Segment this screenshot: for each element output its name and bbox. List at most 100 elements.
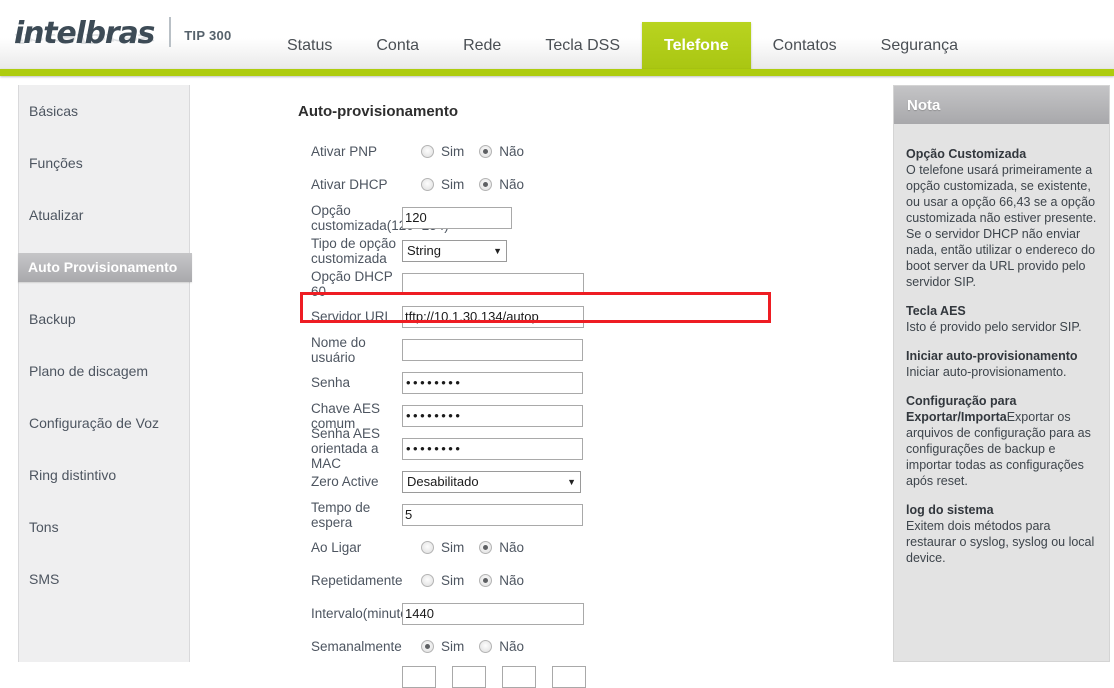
note-block-heading: log do sistema	[906, 503, 994, 517]
input-nome-usuario[interactable]	[402, 338, 583, 361]
note-block-heading: Tecla AES	[906, 304, 966, 318]
schedule-time-fields	[190, 663, 890, 688]
sidebar-item-funções[interactable]: Funções	[19, 149, 189, 178]
label-opcao-customizada: Opção customizada(120~254)	[311, 202, 449, 233]
nav-item-segurança[interactable]: Segurança	[859, 22, 980, 70]
note-block-heading: Configuração para Exportar/Importa	[906, 394, 1017, 424]
label-ativar-dhcp: Ativar DHCP	[311, 177, 388, 192]
radio-label-nao: Não	[499, 573, 525, 588]
radio-repetidamente-sim[interactable]	[421, 574, 434, 587]
note-block-heading: Iniciar auto-provisionamento	[906, 349, 1078, 363]
sidebar-item-plano-de-discagem[interactable]: Plano de discagem	[19, 357, 189, 386]
nav-item-status[interactable]: Status	[265, 22, 354, 70]
radio-group-repetidamente: Sim Não	[402, 573, 539, 588]
select-tipo-opcao[interactable]: String ▼	[402, 239, 507, 262]
radio-semanalmente-sim[interactable]	[421, 640, 434, 653]
input-senha-aes-mac[interactable]: ••••••••	[402, 437, 583, 460]
select-zero-active-value: Desabilitado	[407, 474, 479, 489]
row-intervalo: Intervalo(minutos) 1440	[190, 597, 890, 630]
note-block-text: Iniciar auto-provisionamento.	[906, 365, 1067, 379]
sidebar-item-sms[interactable]: SMS	[19, 565, 189, 594]
page-title: Auto-provisionamento	[298, 103, 458, 120]
input-senha[interactable]: ••••••••	[402, 371, 583, 394]
row-tempo-espera: Tempo de espera 5	[190, 498, 890, 531]
label-tipo-opcao: Tipo de opção customizada	[311, 235, 397, 266]
note-panel-title: Nota	[894, 86, 1109, 124]
input-intervalo[interactable]: 1440	[402, 602, 584, 625]
chevron-down-icon: ▼	[567, 476, 576, 487]
logo-divider	[169, 17, 172, 47]
note-panel-body: Opção Customizada O telefone usará primei…	[894, 124, 1109, 566]
sidebar-item-configuração-de-voz[interactable]: Configuração de Voz	[19, 409, 189, 438]
schedule-field-2[interactable]	[452, 666, 486, 688]
row-opcao-dhcp-60: Opção DHCP 60	[190, 267, 890, 300]
label-tempo-espera: Tempo de espera	[311, 499, 371, 530]
radio-label-nao: Não	[499, 540, 525, 555]
radio-ao-ligar-sim[interactable]	[421, 541, 434, 554]
row-opcao-customizada: Opção customizada(120~254) 120	[190, 201, 890, 234]
row-nome-usuario: Nome do usuário	[190, 333, 890, 366]
select-tipo-opcao-value: String	[407, 243, 441, 258]
input-chave-aes[interactable]: ••••••••	[402, 404, 583, 427]
radio-label-sim: Sim	[441, 573, 465, 588]
label-intervalo: Intervalo(minutos)	[311, 606, 420, 621]
schedule-field-1[interactable]	[402, 666, 436, 688]
radio-ao-ligar-nao[interactable]	[479, 541, 493, 554]
radio-group-semanalmente: Sim Não	[402, 639, 539, 654]
label-zero-active: Zero Active	[311, 474, 379, 489]
radio-ativar-pnp-nao[interactable]	[479, 145, 493, 158]
row-ativar-pnp: Ativar PNP Sim Não	[190, 135, 890, 168]
input-opcao-customizada[interactable]: 120	[402, 206, 512, 229]
note-block: Opção Customizada O telefone usará primei…	[906, 146, 1097, 290]
select-zero-active[interactable]: Desabilitado ▼	[402, 470, 581, 493]
schedule-field-3[interactable]	[502, 666, 536, 688]
radio-repetidamente-nao[interactable]	[479, 574, 493, 587]
radio-ativar-pnp-sim[interactable]	[421, 145, 434, 158]
logo-wordmark: intelbras	[14, 16, 155, 51]
radio-semanalmente-nao[interactable]	[479, 640, 493, 653]
sidebar-item-auto-provisionamento[interactable]: Auto Provisionamento	[18, 253, 192, 282]
row-servidor-url: Servidor URL tftp://10.1.30.134/autop	[190, 300, 890, 333]
note-block-heading: Opção Customizada	[906, 147, 1027, 161]
radio-label-nao: Não	[499, 639, 525, 654]
nav-item-telefone[interactable]: Telefone	[642, 22, 751, 70]
sidebar-item-básicas[interactable]: Básicas	[19, 97, 189, 126]
label-nome-usuario: Nome do usuário	[311, 334, 366, 365]
schedule-field-4[interactable]	[552, 666, 586, 688]
input-tempo-espera[interactable]: 5	[402, 503, 583, 526]
radio-ativar-dhcp-sim[interactable]	[421, 178, 434, 191]
sidebar-item-atualizar[interactable]: Atualizar	[19, 201, 189, 230]
radio-label-nao: Não	[499, 177, 525, 192]
device-model-label: TIP 300	[184, 28, 232, 43]
note-block: Configuração para Exportar/ImportaExport…	[906, 393, 1097, 489]
input-servidor-url[interactable]: tftp://10.1.30.134/autop	[402, 305, 584, 328]
sidebar-item-backup[interactable]: Backup	[19, 305, 189, 334]
label-servidor-url: Servidor URL	[311, 309, 393, 324]
radio-label-sim: Sim	[441, 639, 465, 654]
row-senha-aes-mac: Senha AES orientada a MAC ••••••••	[190, 426, 890, 471]
radio-ativar-dhcp-nao[interactable]	[479, 178, 493, 191]
note-block: log do sistema Exitem dois métodos para r…	[906, 502, 1097, 566]
auto-provisioning-form: Ativar PNP Sim Não Ativar DHCP Sim Não O…	[190, 135, 890, 688]
main-navigation: Status Conta Rede Tecla DSS Telefone Contatos…	[265, 0, 980, 70]
nav-item-tecla-dss[interactable]: Tecla DSS	[523, 22, 642, 70]
radio-label-sim: Sim	[441, 144, 465, 159]
row-ao-ligar: Ao Ligar Sim Não	[190, 531, 890, 564]
radio-group-ativar-pnp: Sim Não	[402, 144, 539, 159]
note-block-text: Configuração para Exportar/ImportaExport…	[906, 393, 1097, 489]
row-repetidamente: Repetidamente Sim Não	[190, 564, 890, 597]
note-block: Tecla AES Isto é provido pelo servidor SI…	[906, 303, 1097, 335]
row-semanalmente: Semanalmente Sim Não	[190, 630, 890, 663]
sidebar-item-ring-distintivo[interactable]: Ring distintivo	[19, 461, 189, 490]
nav-item-rede[interactable]: Rede	[441, 22, 523, 70]
nav-item-contatos[interactable]: Contatos	[751, 22, 859, 70]
row-zero-active: Zero Active Desabilitado ▼	[190, 465, 890, 498]
input-opcao-dhcp-60[interactable]	[402, 272, 584, 295]
accent-bar	[0, 69, 1114, 76]
nav-item-conta[interactable]: Conta	[354, 22, 441, 70]
label-semanalmente: Semanalmente	[311, 639, 402, 654]
sidebar-item-tons[interactable]: Tons	[19, 513, 189, 542]
chevron-down-icon: ▼	[493, 245, 502, 256]
label-repetidamente: Repetidamente	[311, 573, 403, 588]
note-block-text: Isto é provido pelo servidor SIP.	[906, 320, 1082, 334]
